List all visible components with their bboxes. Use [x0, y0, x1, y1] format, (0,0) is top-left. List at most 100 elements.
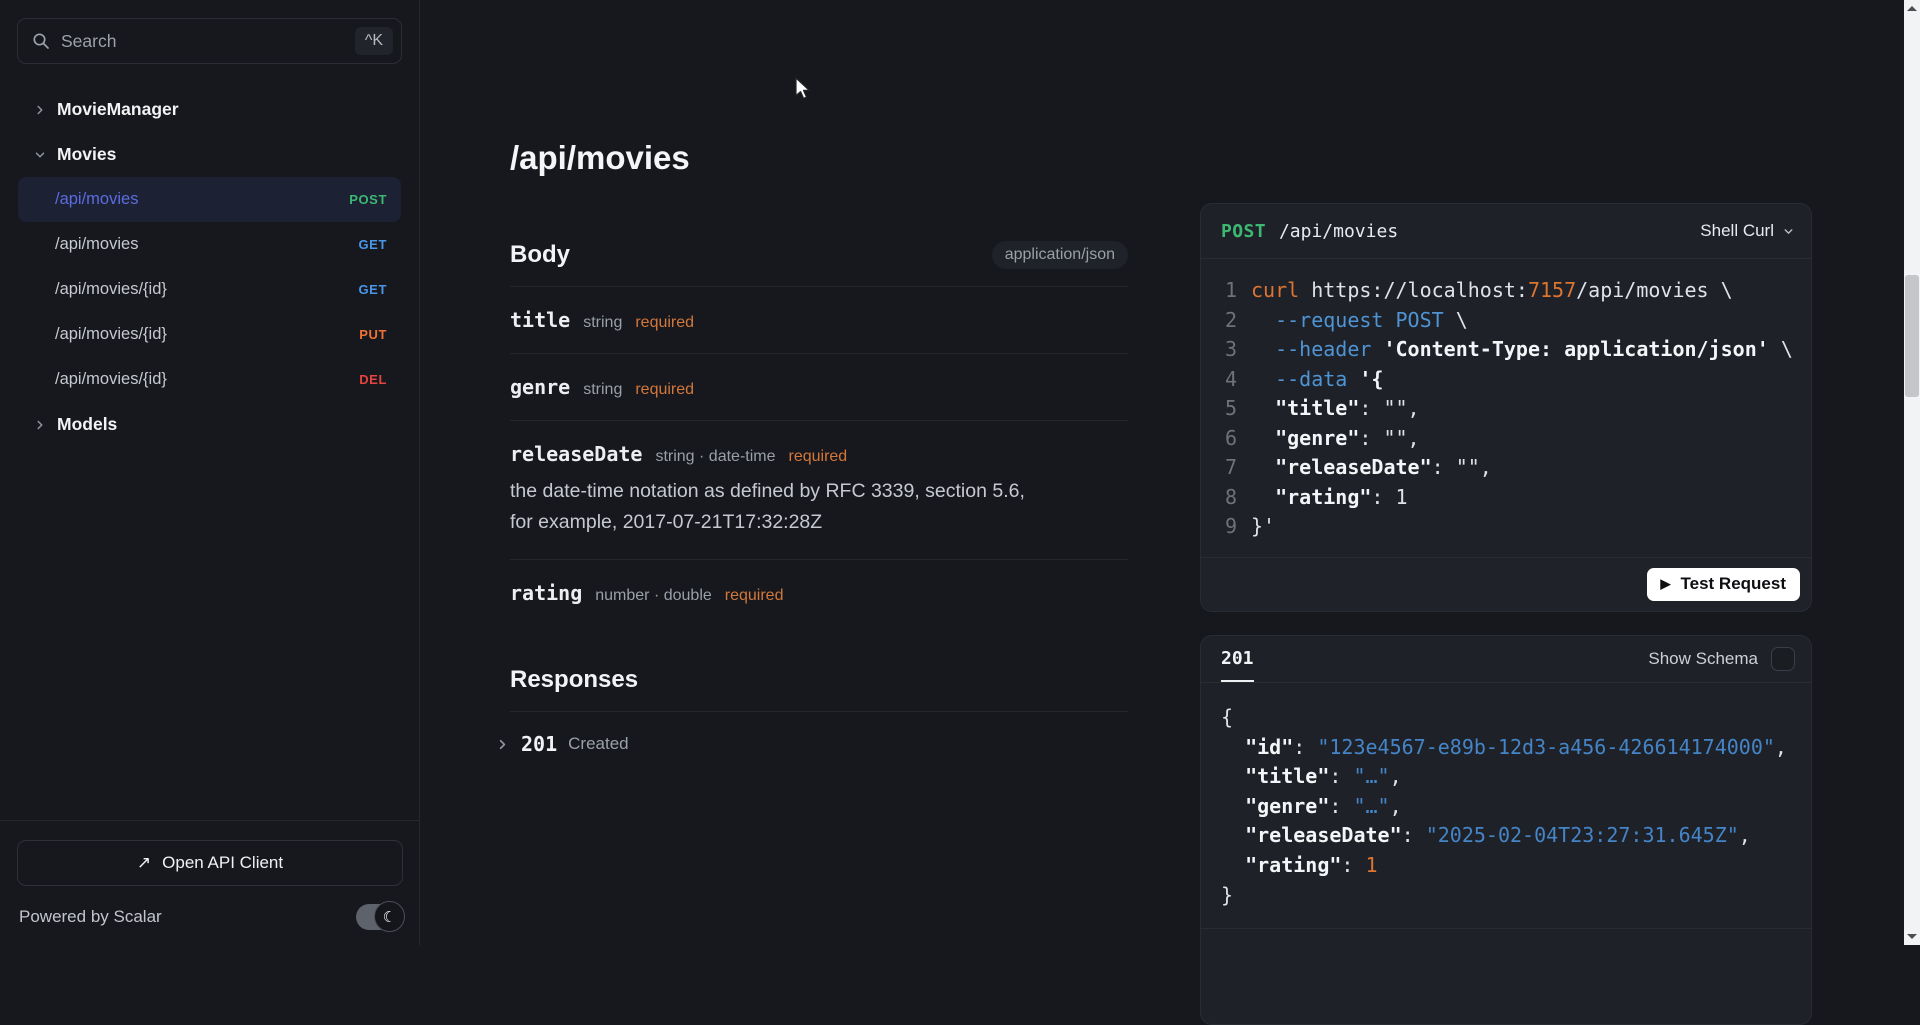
sidebar-endpoint-get[interactable]: /api/movies GET — [18, 222, 401, 267]
responses-heading: Responses — [510, 666, 638, 693]
field-type: string · date-time — [655, 448, 775, 465]
field-head: releaseDate string · date-time required — [510, 442, 1128, 466]
sidebar-group-models[interactable]: Models — [0, 402, 419, 447]
sidebar-nav: MovieManager Movies/api/movies POST/api/mo… — [0, 87, 419, 447]
show-schema-checkbox[interactable] — [1771, 647, 1795, 671]
endpoint-path: /api/movies/{id} — [55, 325, 167, 344]
body-section-head: Body application/json — [510, 241, 1128, 269]
sidebar: Search ^K MovieManager Movies/api/movies P… — [0, 0, 420, 945]
chevron-right-icon — [33, 418, 47, 432]
open-api-client-label: Open API Client — [162, 853, 283, 873]
divider — [1201, 928, 1811, 929]
body-heading: Body — [510, 241, 570, 269]
field-name: rating — [510, 581, 582, 605]
response-201-row[interactable]: 201 Created — [495, 712, 1128, 776]
field-name: genre — [510, 375, 570, 399]
line-number: 7 — [1223, 453, 1237, 483]
code-line: 3 --header 'Content-Type: application/js… — [1223, 335, 1795, 365]
search-input[interactable]: Search ^K — [17, 18, 402, 64]
show-schema-label: Show Schema — [1648, 649, 1758, 669]
code-line: "genre": "…", — [1221, 792, 1795, 822]
dark-mode-toggle[interactable]: ☾ — [356, 904, 403, 930]
endpoint-path: /api/movies/{id} — [55, 280, 167, 299]
code-line: 6 "genre": "", — [1223, 424, 1795, 454]
response-code: 201 — [521, 732, 557, 756]
app-root: { "sidebar": { "search": { "placeholder"… — [0, 0, 1920, 945]
sidebar-endpoint-post[interactable]: /api/movies POST — [18, 177, 401, 222]
field-head: ratingnumber · doublerequired — [510, 581, 1128, 605]
request-example-card: POST /api/movies Shell Curl 1curl https:… — [1200, 203, 1812, 612]
endpoint-method-badge: DEL — [359, 372, 387, 387]
test-request-label: Test Request — [1681, 574, 1787, 594]
line-number: 6 — [1223, 424, 1237, 454]
response-json-block: { "id": "123e4567-e89b-12d3-a456-4266141… — [1201, 683, 1811, 928]
field-name: releaseDate — [510, 442, 642, 466]
curl-code-block: 1curl https://localhost:7157/api/movies … — [1201, 259, 1811, 542]
request-card-header: POST /api/movies Shell Curl — [1201, 204, 1811, 259]
request-card-footer: ▶ Test Request — [1201, 557, 1811, 611]
language-selector-value: Shell Curl — [1700, 221, 1774, 241]
responses-section: Responses 201 Created — [510, 666, 1128, 776]
scrollbar-up-arrow[interactable] — [1907, 6, 1917, 11]
endpoint-method-badge: GET — [358, 237, 387, 252]
sidebar-endpoint-get[interactable]: /api/movies/{id}GET — [18, 267, 401, 312]
sidebar-group-label: MovieManager — [57, 99, 179, 120]
chevron-down-icon — [33, 148, 47, 162]
field-head: title string required — [510, 308, 1128, 332]
test-request-button[interactable]: ▶ Test Request — [1647, 568, 1801, 601]
field-type: number · double — [595, 587, 712, 604]
search-icon — [32, 32, 50, 50]
sidebar-endpoint-del[interactable]: /api/movies/{id} DEL — [18, 357, 401, 402]
response-label: Created — [568, 734, 628, 754]
search-shortcut-badge: ^K — [355, 27, 393, 55]
line-number: 4 — [1223, 365, 1237, 395]
endpoint-method-badge: POST — [349, 192, 387, 207]
field-name: title — [510, 308, 570, 332]
response-card-header: 201 Show Schema — [1201, 636, 1811, 683]
request-path: /api/movies — [1279, 221, 1398, 242]
moon-icon: ☾ — [374, 901, 405, 932]
scrollbar-thumb[interactable] — [1905, 275, 1919, 397]
chevron-right-icon — [33, 103, 47, 117]
endpoint-path: /api/movies — [55, 190, 138, 209]
chevron-right-icon — [495, 737, 510, 752]
field-type: string — [583, 314, 622, 331]
content-type-badge: application/json — [992, 241, 1128, 269]
show-schema-control: Show Schema — [1648, 647, 1795, 671]
code-line: "releaseDate": "2025-02-04T23:27:31.645Z… — [1221, 821, 1795, 851]
code-line: "rating": 1 — [1221, 851, 1795, 881]
field-type: string — [583, 381, 622, 398]
field-required-flag: required — [789, 448, 848, 465]
field-row-genre: genre string required — [510, 354, 1128, 421]
sidebar-footer: ↗ Open API Client Powered by Scalar ☾ — [0, 820, 420, 945]
status-tab-201[interactable]: 201 — [1221, 636, 1254, 682]
code-line: "title": "…", — [1221, 762, 1795, 792]
code-line: } — [1221, 881, 1795, 911]
field-description: the date-time notation as defined by RFC… — [510, 476, 1128, 538]
sidebar-group-moviemanager[interactable]: MovieManager — [0, 87, 419, 132]
sidebar-endpoint-put[interactable]: /api/movies/{id}PUT — [18, 312, 401, 357]
body-fields: titlestringrequiredgenrestringrequiredre… — [510, 287, 1128, 626]
field-required-flag: required — [635, 314, 694, 331]
code-line: 9}' — [1223, 512, 1795, 542]
response-example-card: 201 Show Schema { "id": "123e4567-e89b-1… — [1200, 635, 1812, 1025]
field-row-rating: ratingnumber · doublerequired — [510, 560, 1128, 626]
main-content: /api/movies Body application/json titles… — [510, 0, 1128, 776]
mouse-cursor — [793, 76, 817, 100]
code-line: "id": "123e4567-e89b-12d3-a456-426614174… — [1221, 733, 1795, 763]
field-row-title: title string required — [510, 287, 1128, 354]
scrollbar-down-arrow[interactable] — [1907, 934, 1917, 939]
endpoint-path: /api/movies — [55, 235, 138, 254]
page-scrollbar — [1904, 0, 1920, 945]
play-icon: ▶ — [1661, 576, 1671, 592]
open-api-client-button[interactable]: ↗ Open API Client — [17, 840, 403, 886]
request-method: POST — [1221, 221, 1266, 242]
language-selector[interactable]: Shell Curl — [1700, 221, 1795, 241]
sidebar-group-label: Models — [57, 414, 117, 435]
line-number: 8 — [1223, 483, 1237, 513]
field-required-flag: required — [635, 381, 694, 398]
sidebar-group-movies[interactable]: Movies — [0, 132, 419, 177]
endpoint-path: /api/movies/{id} — [55, 370, 167, 389]
code-line: 8 "rating": 1 — [1223, 483, 1795, 513]
powered-by-row: Powered by Scalar ☾ — [17, 901, 403, 933]
